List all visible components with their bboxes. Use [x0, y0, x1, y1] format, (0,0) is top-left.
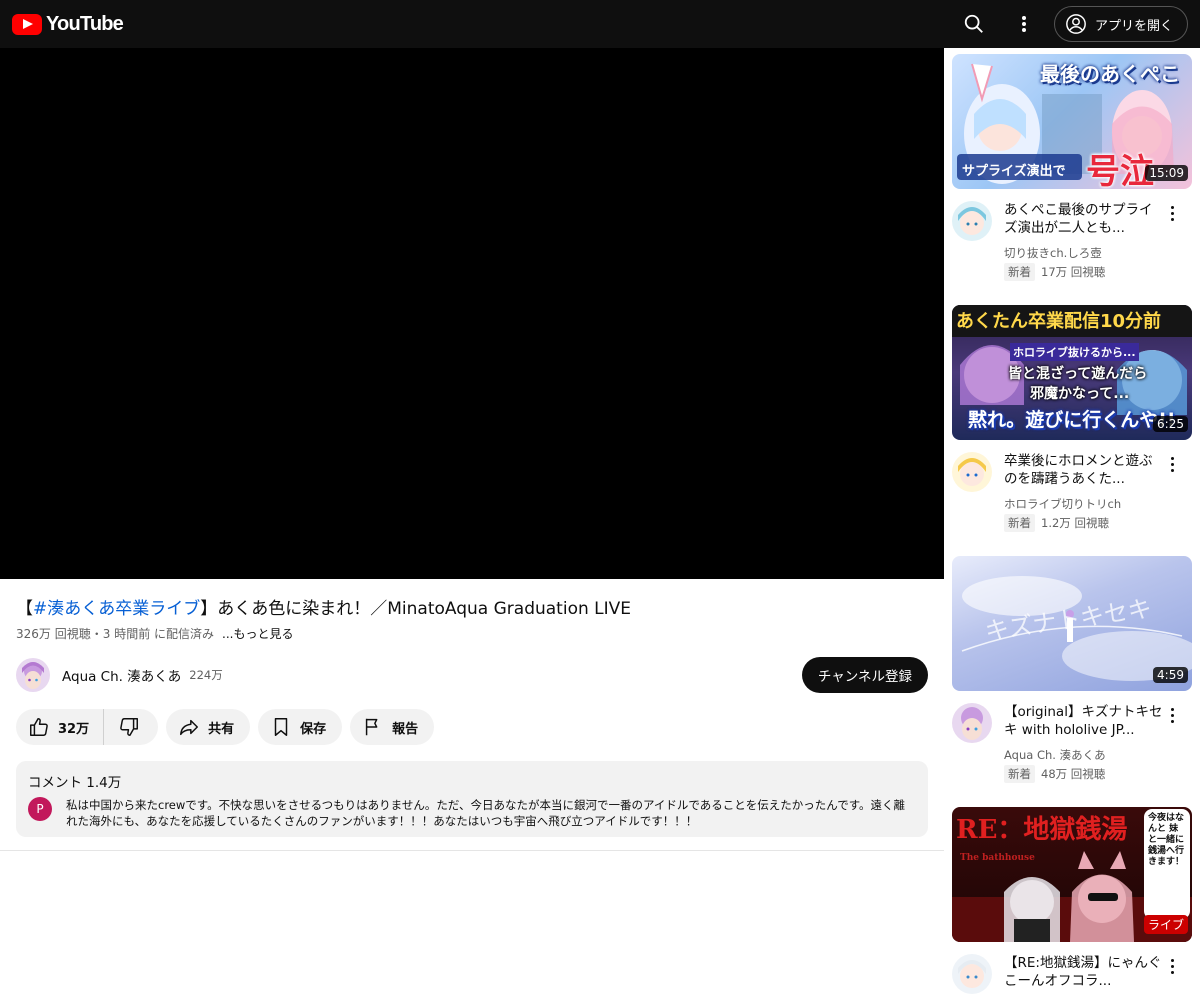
new-badge: 新着	[1004, 263, 1035, 281]
recommended-title[interactable]: あくぺこ最後のサプライズ演出が二人とも...	[1004, 201, 1164, 237]
vertical-dots-icon[interactable]	[1162, 201, 1182, 225]
comments-header: コメント 1.4万	[28, 775, 122, 791]
thumbnail-caption-title: RE：地獄銭湯	[956, 815, 1128, 845]
thumbnail-caption-line1: ホロライブ抜けるから...	[1010, 343, 1139, 361]
save-button[interactable]: 保存	[258, 709, 343, 745]
thumbnail-caption-bottom: 黙れ。遊びに行くんや!!	[968, 409, 1176, 431]
bookmark-icon	[274, 718, 288, 736]
report-button[interactable]: 報告	[350, 709, 435, 745]
top-bar: YouTube アプリを開く	[0, 0, 1200, 48]
stats-separator: ・	[90, 627, 103, 641]
duration-badge: 15:09	[1145, 165, 1188, 181]
open-app-label: アプリを開く	[1094, 18, 1173, 34]
recommended-channel[interactable]: 切り抜きch.しろ壺	[1004, 245, 1102, 261]
channel-avatar[interactable]	[952, 201, 992, 241]
thumb-up-icon	[30, 718, 48, 736]
like-count: 32万	[58, 721, 90, 737]
recommended-channel[interactable]: ホロライブ切りトリch	[1004, 496, 1121, 512]
recommended-video[interactable]: 最後のあくぺこ サプライズ演出で 号泣 15:09 あくぺこ最後のサプライズ演出…	[952, 54, 1192, 281]
duration-badge: 6:25	[1153, 416, 1188, 432]
thumbnail-caption-line3: 邪魔かなって...	[1030, 386, 1130, 402]
thumbnail-caption-line2: 皆と混ざって遊んだら	[1008, 366, 1148, 382]
share-button[interactable]: 共有	[166, 709, 251, 745]
view-count: 326万 回視聴	[16, 627, 91, 641]
channel-avatar[interactable]	[952, 954, 992, 994]
flag-icon	[365, 718, 378, 736]
recommended-video[interactable]: キズナトキセキ 4:59 【original】キズナトキセキ with holo…	[952, 556, 1192, 783]
vertical-dots-icon	[1021, 16, 1026, 32]
save-label: 保存	[300, 721, 327, 737]
thumbnail-caption-big: 号泣	[1086, 152, 1154, 189]
logo-text: YouTube	[46, 12, 124, 35]
video-thumbnail[interactable]: キズナトキセキ 4:59	[952, 556, 1192, 691]
duration-badge: 4:59	[1153, 667, 1188, 683]
show-more-link[interactable]: ...もっと見る	[222, 625, 293, 642]
hashtag-link[interactable]: #湊あくあ卒業ライブ	[33, 599, 200, 619]
video-stats: 326万 回視聴 ・ 3 時間前 に配信済み ...もっと見る	[16, 625, 293, 642]
like-dislike-group: 32万	[16, 709, 159, 745]
recommended-views: 17万 回視聴	[1041, 265, 1106, 279]
subscriber-count: 224万	[189, 668, 223, 682]
thumb-down-icon	[120, 718, 139, 736]
account-icon	[1066, 14, 1086, 34]
video-thumbnail[interactable]: RE：地獄銭湯 The bathhouse 今夜はなんと 妹と一緒に 銭湯へ行き…	[952, 807, 1192, 942]
more-options-button[interactable]	[1004, 4, 1044, 44]
recommended-title[interactable]: 卒業後にホロメンと遊ぶのを躊躇うあくた...	[1004, 452, 1164, 488]
share-icon	[180, 719, 199, 736]
video-thumbnail[interactable]: あくたん卒業配信10分前 ホロライブ抜けるから... 皆と混ざって遊んだら 邪魔…	[952, 305, 1192, 440]
recommended-title[interactable]: 【RE:地獄銭湯】にゃんぐこーんオフコラ...	[1004, 954, 1164, 990]
dislike-button[interactable]	[104, 709, 158, 745]
youtube-play-icon	[12, 13, 42, 35]
like-button[interactable]: 32万	[16, 709, 105, 745]
comments-teaser[interactable]: コメント 1.4万 P 私は中国から来たcrewです。不快な思いをさせるつもりは…	[16, 761, 928, 837]
new-badge: 新着	[1004, 514, 1035, 532]
stream-time: 3 時間前 に配信済み	[102, 627, 215, 641]
thumbnail-caption-sub: The bathhouse	[960, 853, 1035, 863]
search-button[interactable]	[954, 4, 994, 44]
vertical-dots-icon[interactable]	[1162, 703, 1182, 727]
search-icon	[964, 14, 983, 33]
recommended-views: 1.2万 回視聴	[1041, 516, 1109, 530]
thumbnail-caption-top: あくたん卒業配信10分前	[956, 311, 1162, 332]
vertical-dots-icon[interactable]	[1162, 452, 1182, 476]
channel-name[interactable]: Aqua Ch. 湊あくあ	[62, 665, 181, 685]
report-label: 報告	[392, 721, 419, 737]
action-bar: 32万 共有 保存 報告	[16, 709, 435, 745]
recommended-title[interactable]: 【original】キズナトキセキ with hololive JP...	[1004, 703, 1164, 739]
youtube-logo[interactable]: YouTube	[12, 12, 124, 36]
channel-row: Aqua Ch. 湊あくあ 224万 チャンネル登録	[16, 657, 928, 693]
vertical-dots-icon[interactable]	[1162, 954, 1182, 978]
divider	[0, 850, 944, 851]
commenter-avatar: P	[28, 797, 52, 821]
live-badge: ライブ	[1143, 915, 1188, 934]
thumbnail-caption-side: 今夜はなんと 妹と一緒に 銭湯へ行きます！	[1148, 813, 1185, 867]
share-label: 共有	[208, 721, 235, 737]
top-comment-text: 私は中国から来たcrewです。不快な思いをさせるつもりはありません。ただ、今日あ…	[66, 798, 906, 827]
thumbnail-caption-top: 最後のあくぺこ	[1040, 62, 1180, 86]
channel-avatar[interactable]	[952, 703, 992, 743]
subscribe-button[interactable]: チャンネル登録	[801, 657, 928, 693]
recommendations-sidebar: 最後のあくぺこ サプライズ演出で 号泣 15:09 あくぺこ最後のサプライズ演出…	[944, 48, 1200, 1000]
channel-avatar[interactable]	[952, 452, 992, 492]
recommended-video[interactable]: RE：地獄銭湯 The bathhouse 今夜はなんと 妹と一緒に 銭湯へ行き…	[952, 807, 1192, 1000]
recommended-channel[interactable]: Aqua Ch. 湊あくあ	[1004, 747, 1106, 763]
recommended-video[interactable]: あくたん卒業配信10分前 ホロライブ抜けるから... 皆と混ざって遊んだら 邪魔…	[952, 305, 1192, 532]
video-thumbnail[interactable]: 最後のあくぺこ サプライズ演出で 号泣 15:09	[952, 54, 1192, 189]
new-badge: 新着	[1004, 765, 1035, 783]
thumbnail-caption-bottom: サプライズ演出で	[962, 164, 1066, 179]
video-title: 【#湊あくあ卒業ライブ】あくあ色に染まれ！／MinatoAqua Graduat…	[16, 599, 632, 619]
open-app-button[interactable]: アプリを開く	[1053, 6, 1188, 42]
channel-avatar[interactable]	[16, 658, 50, 692]
video-player[interactable]	[0, 48, 944, 579]
recommended-views: 48万 回視聴	[1041, 767, 1106, 781]
